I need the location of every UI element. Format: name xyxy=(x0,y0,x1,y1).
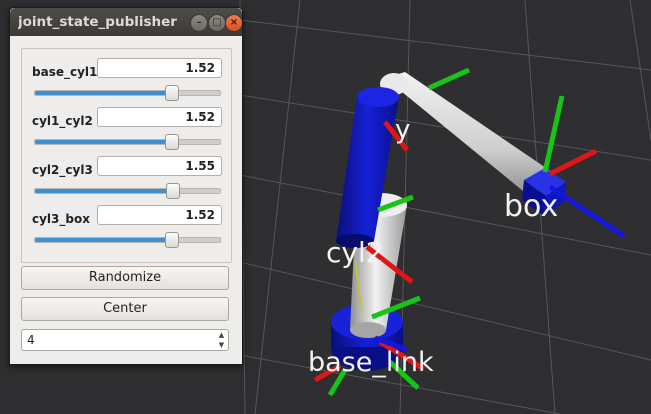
ground-grid xyxy=(239,0,651,414)
close-icon[interactable]: × xyxy=(225,14,242,32)
spin-down-icon[interactable]: ▼ xyxy=(215,340,228,350)
cyl1-frame-label: y xyxy=(395,115,410,145)
randomize-button[interactable]: Randomize xyxy=(21,266,229,290)
title-bar[interactable]: joint_state_publisher – □ × xyxy=(10,8,242,36)
window-content: base_cyl1 1.52 cyl1_cyl2 1.52 cyl2_cyl3 … xyxy=(10,36,242,364)
joint-label: cyl2_cyl3 xyxy=(32,163,93,177)
spin-up-icon[interactable]: ▲ xyxy=(215,330,228,340)
slider-handle[interactable] xyxy=(164,232,179,248)
joint-row-cyl3-box: cyl3_box 1.52 xyxy=(22,205,231,253)
joint-row-cyl2-cyl3: cyl2_cyl3 1.55 xyxy=(22,156,231,204)
joint-slider[interactable] xyxy=(34,85,221,101)
joint-slider[interactable] xyxy=(34,232,221,248)
slider-fill xyxy=(35,140,171,144)
slider-handle[interactable] xyxy=(164,85,179,101)
joint-slider[interactable] xyxy=(34,134,221,150)
window-title: joint_state_publisher xyxy=(18,14,177,30)
slider-fill xyxy=(35,91,171,95)
joint-label: cyl1_cyl2 xyxy=(32,114,93,128)
slider-fill xyxy=(35,238,171,242)
joint-value-field[interactable]: 1.52 xyxy=(97,58,222,78)
joint-label: base_cyl1 xyxy=(32,65,98,79)
slider-fill xyxy=(35,189,172,193)
joint-sliders-group: base_cyl1 1.52 cyl1_cyl2 1.52 cyl2_cyl3 … xyxy=(21,48,232,263)
center-button[interactable]: Center xyxy=(21,297,229,321)
joint-row-base-cyl1: base_cyl1 1.52 xyxy=(22,58,231,106)
joint-count-spinbox[interactable]: 4 ▲ ▼ xyxy=(21,329,229,351)
spinbox-value: 4 xyxy=(27,333,35,347)
base-link-frame-label: base_link xyxy=(308,347,434,378)
joint-value-field[interactable]: 1.52 xyxy=(97,107,222,127)
slider-handle[interactable] xyxy=(165,183,180,199)
joint-slider[interactable] xyxy=(34,183,221,199)
minimize-icon[interactable]: – xyxy=(190,14,208,32)
joint-value-field[interactable]: 1.55 xyxy=(97,156,222,176)
box-frame-label: box xyxy=(504,189,558,224)
cyl2-frame-label: cyl2 xyxy=(326,236,384,269)
joint-state-publisher-window: joint_state_publisher – □ × base_cyl1 1.… xyxy=(9,7,243,365)
maximize-icon[interactable]: □ xyxy=(208,14,226,32)
joint-row-cyl1-cyl2: cyl1_cyl2 1.52 xyxy=(22,107,231,155)
joint-value-field[interactable]: 1.52 xyxy=(97,205,222,225)
slider-handle[interactable] xyxy=(164,134,179,150)
joint-label: cyl3_box xyxy=(32,212,90,226)
